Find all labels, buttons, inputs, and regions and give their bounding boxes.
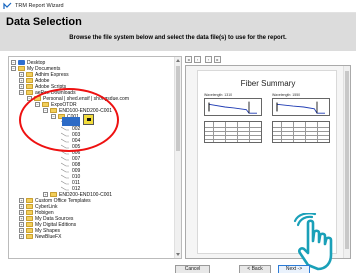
last-page-icon[interactable]: ▸: [214, 56, 221, 63]
wizard-header: Data Selection Browse the file system be…: [0, 13, 356, 51]
scroll-down-arrow-icon[interactable]: [176, 253, 180, 256]
otdr-trace-right: [272, 98, 330, 116]
file-tree[interactable]: − Desktop − My Documents + Adhim Express…: [8, 56, 182, 259]
wavelength-label-right: Wavelength: 1550: [272, 93, 301, 97]
collapse-icon[interactable]: −: [19, 90, 24, 95]
title-bar: TRM Report Wizard: [0, 0, 356, 13]
event-table-right: [272, 121, 330, 143]
app-logo-icon: [3, 2, 12, 10]
preview-scrollbar[interactable]: [343, 66, 350, 258]
tree-item-newbluefx[interactable]: + NewBlueFX: [19, 233, 61, 240]
folder-icon: [26, 234, 33, 239]
tree-item-label: NewBlueFX: [35, 233, 62, 240]
scroll-up-arrow-icon[interactable]: [176, 59, 180, 62]
wavelength-label-left: Wavelength: 1310: [204, 93, 233, 97]
expand-icon[interactable]: +: [19, 234, 24, 239]
next-page-icon[interactable]: ›: [205, 56, 212, 63]
tree-scrollbar[interactable]: [174, 57, 181, 258]
preview-toolbar: ◂ ‹ › ▸: [185, 56, 351, 63]
previous-page-icon[interactable]: ‹: [194, 56, 201, 63]
event-table-left: [204, 121, 262, 143]
first-page-icon[interactable]: ◂: [185, 56, 192, 63]
pointing-hand-icon: [293, 213, 333, 271]
page-subtitle: Browse the file system below and select …: [69, 35, 287, 41]
report-title: Fiber Summary: [240, 79, 296, 88]
cancel-button[interactable]: Cancel: [175, 265, 210, 273]
tree-scroll-thumb[interactable]: [176, 66, 180, 151]
highlight-circle: [19, 88, 119, 152]
collapse-icon[interactable]: −: [11, 66, 16, 71]
window-title: TRM Report Wizard: [15, 3, 64, 9]
otdr-trace-left: [204, 98, 262, 116]
next-button[interactable]: Next ->: [278, 265, 310, 273]
back-button[interactable]: < Back: [239, 265, 271, 273]
preview-scroll-thumb[interactable]: [345, 71, 349, 249]
page-title: Data Selection: [6, 16, 82, 28]
